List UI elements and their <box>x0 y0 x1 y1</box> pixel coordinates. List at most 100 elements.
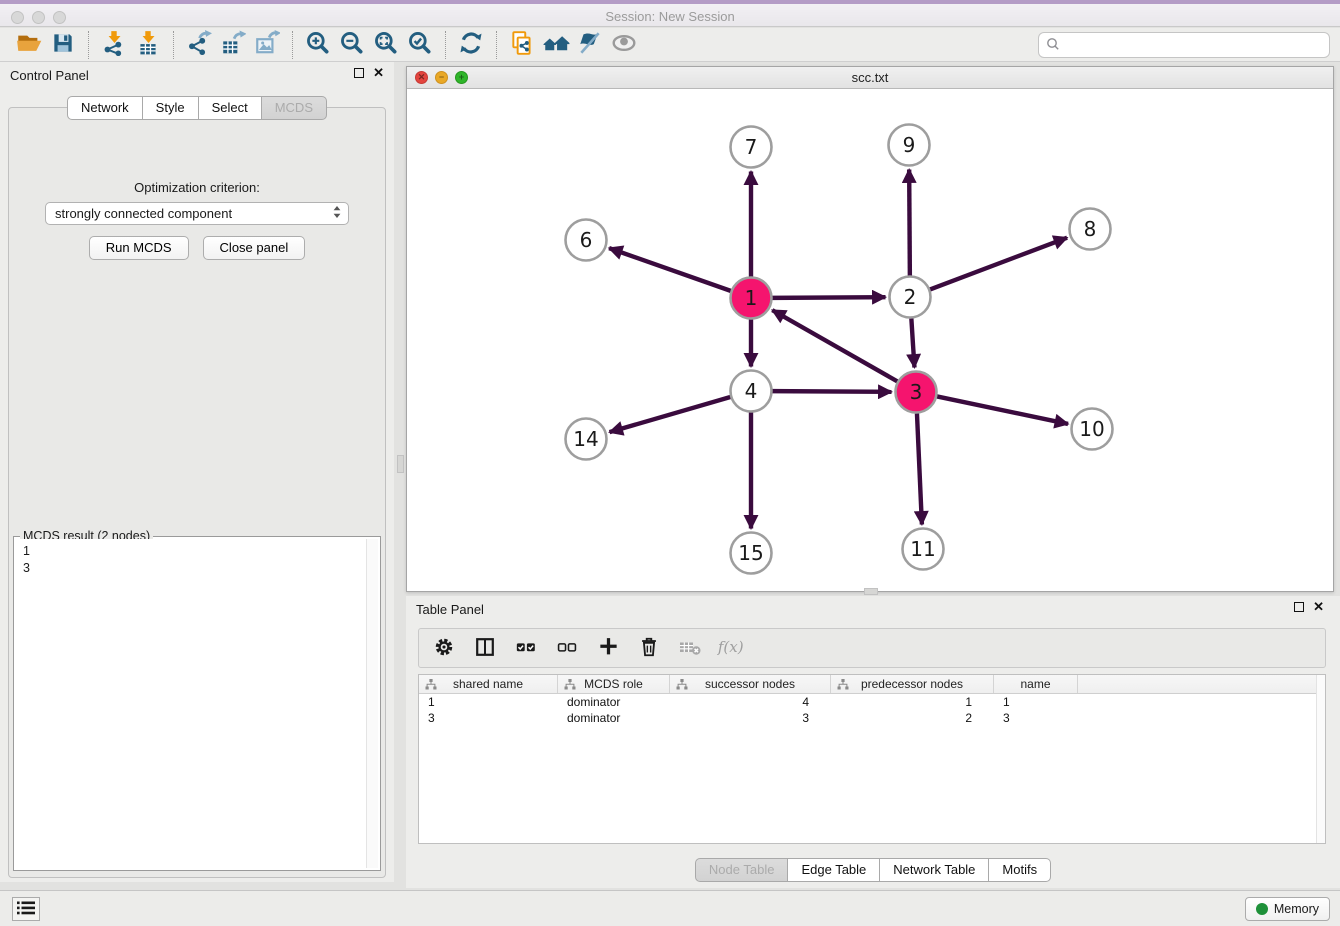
edge-2-9[interactable] <box>909 169 910 275</box>
table-cell[interactable]: 3 <box>994 711 1078 725</box>
birdseye-view-button[interactable] <box>607 30 641 60</box>
refresh-button[interactable] <box>454 30 488 60</box>
table-row[interactable]: 1dominator411 <box>419 694 1325 710</box>
table-cell[interactable]: dominator <box>558 711 670 725</box>
float-table-panel-icon[interactable] <box>1294 602 1304 612</box>
clone-network-button[interactable] <box>505 30 539 60</box>
deselect-all-button[interactable] <box>554 635 580 661</box>
column-header-successor-nodes[interactable]: successor nodes <box>670 675 831 693</box>
criterion-select[interactable]: strongly connected component <box>45 202 349 225</box>
memory-button[interactable]: Memory <box>1245 897 1330 921</box>
node-table[interactable]: shared nameMCDS rolesuccessor nodesprede… <box>418 674 1326 844</box>
graph-node-9[interactable]: 9 <box>889 125 930 166</box>
zoom-fit-button[interactable] <box>369 30 403 60</box>
home-button[interactable] <box>539 30 573 60</box>
add-column-button[interactable] <box>595 635 621 661</box>
search-input[interactable] <box>1065 35 1329 55</box>
column-header-name[interactable]: name <box>994 675 1078 693</box>
hide-graphics-button[interactable] <box>573 30 607 60</box>
table-row[interactable]: 3dominator323 <box>419 710 1325 726</box>
table-cell[interactable]: 2 <box>831 711 994 725</box>
table-cell[interactable]: 1 <box>419 695 558 709</box>
tab-motifs[interactable]: Motifs <box>989 858 1051 882</box>
edge-3-10[interactable] <box>937 396 1068 424</box>
table-cell[interactable]: 1 <box>831 695 994 709</box>
import-network-button[interactable] <box>97 30 131 60</box>
zoom-out-button[interactable] <box>335 30 369 60</box>
graph-node-1[interactable]: 1 <box>731 278 772 319</box>
horizontal-splitter-handle[interactable] <box>864 588 878 595</box>
column-header-predecessor-nodes[interactable]: predecessor nodes <box>831 675 994 693</box>
hide-graphics-icon <box>577 30 603 59</box>
svg-text:14: 14 <box>573 427 598 451</box>
edge-1-2[interactable] <box>772 297 885 298</box>
save-session-button[interactable] <box>46 30 80 60</box>
network-canvas[interactable]: 7 9 6 8 1 2 4 3 14 10 15 11 <box>407 89 1333 591</box>
table-scrollbar[interactable] <box>1316 675 1325 843</box>
edge-3-1[interactable] <box>772 310 897 381</box>
close-panel-button[interactable]: Close panel <box>203 236 306 260</box>
mcds-panel: Optimization criterion: strongly connect… <box>8 107 386 878</box>
tab-select[interactable]: Select <box>199 96 262 120</box>
table-cell[interactable]: 1 <box>994 695 1078 709</box>
table-tabs: Node TableEdge TableNetwork TableMotifs <box>406 858 1340 882</box>
select-all-button[interactable] <box>513 635 539 661</box>
graph-node-7[interactable]: 7 <box>731 127 772 168</box>
network-graph[interactable]: 7 9 6 8 1 2 4 3 14 10 15 11 <box>407 89 1333 591</box>
graph-node-14[interactable]: 14 <box>566 419 607 460</box>
graph-node-8[interactable]: 8 <box>1070 209 1111 250</box>
column-header-shared-name[interactable]: shared name <box>419 675 558 693</box>
edge-3-11[interactable] <box>917 413 922 524</box>
tab-edge-table[interactable]: Edge Table <box>788 858 880 882</box>
tab-style[interactable]: Style <box>143 96 199 120</box>
import-table-button[interactable] <box>131 30 165 60</box>
delete-column-button[interactable] <box>636 635 662 661</box>
export-image-button[interactable] <box>250 30 284 60</box>
zoom-selected-button[interactable] <box>403 30 437 60</box>
table-cell[interactable]: 3 <box>670 711 831 725</box>
zoom-in-button[interactable] <box>301 30 335 60</box>
graph-node-6[interactable]: 6 <box>566 220 607 261</box>
open-file-button[interactable] <box>12 30 46 60</box>
graph-node-10[interactable]: 10 <box>1072 409 1113 450</box>
table-cell[interactable]: dominator <box>558 695 670 709</box>
network-window-titlebar[interactable]: ✕ − + scc.txt <box>407 67 1333 89</box>
memory-button-label: Memory <box>1274 902 1319 916</box>
export-network-icon <box>186 30 212 59</box>
graph-node-3[interactable]: 3 <box>896 372 937 413</box>
table-cell[interactable]: 4 <box>670 695 831 709</box>
graph-node-4[interactable]: 4 <box>731 371 772 412</box>
task-history-button[interactable] <box>12 897 40 921</box>
status-bar: Memory <box>0 890 1340 926</box>
tab-mcds[interactable]: MCDS <box>262 96 327 120</box>
graph-node-2[interactable]: 2 <box>890 277 931 318</box>
result-scrollbar[interactable] <box>366 539 378 868</box>
settings-button[interactable] <box>431 635 457 661</box>
split-columns-button[interactable] <box>472 635 498 661</box>
vertical-splitter-handle[interactable] <box>397 455 404 473</box>
edge-2-8[interactable] <box>930 238 1067 290</box>
column-header-MCDS-role[interactable]: MCDS role <box>558 675 670 693</box>
graph-node-15[interactable]: 15 <box>731 533 772 574</box>
tab-network[interactable]: Network <box>67 96 143 120</box>
export-network-button[interactable] <box>182 30 216 60</box>
export-table-button[interactable] <box>216 30 250 60</box>
import-table-icon <box>135 30 161 59</box>
float-panel-icon[interactable] <box>354 68 364 78</box>
close-table-panel-icon[interactable]: ✕ <box>1313 602 1324 612</box>
toolbar-separator <box>292 31 293 59</box>
close-panel-icon[interactable]: ✕ <box>373 68 384 78</box>
edge-4-3[interactable] <box>772 391 891 392</box>
table-cell[interactable]: 3 <box>419 711 558 725</box>
home-icon <box>543 30 570 60</box>
edge-4-14[interactable] <box>610 397 731 432</box>
mcds-result-text[interactable]: 1 3 <box>16 539 366 868</box>
tab-node-table[interactable]: Node Table <box>695 858 789 882</box>
tab-network-table[interactable]: Network Table <box>880 858 989 882</box>
svg-text:2: 2 <box>904 285 917 309</box>
search-box[interactable] <box>1038 32 1330 58</box>
graph-node-11[interactable]: 11 <box>903 529 944 570</box>
edge-2-3[interactable] <box>911 318 914 367</box>
edge-1-6[interactable] <box>609 248 731 291</box>
run-mcds-button[interactable]: Run MCDS <box>89 236 189 260</box>
